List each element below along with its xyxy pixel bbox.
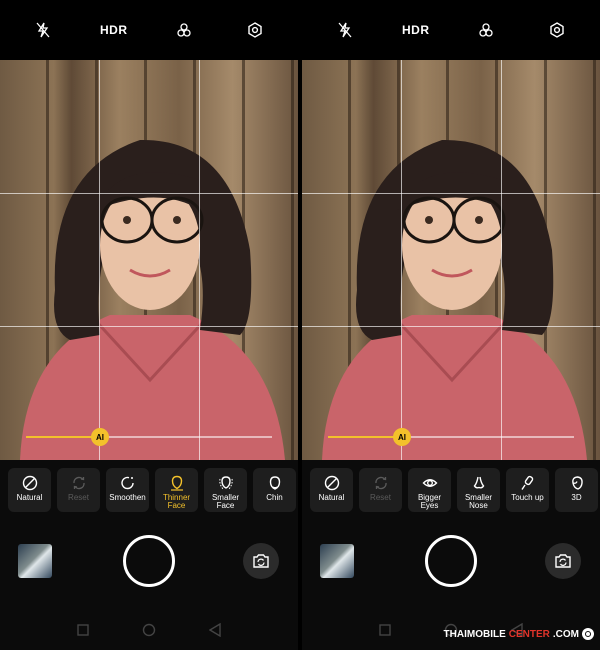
watermark-part3: .COM (552, 628, 579, 640)
camera-viewfinder[interactable]: AI (302, 60, 600, 460)
tool-smaller-nose[interactable]: Smaller Nose (457, 468, 500, 512)
tool-label: Smoothen (109, 493, 146, 502)
filter-icon[interactable] (472, 16, 500, 44)
tool-label: Chin (266, 493, 283, 502)
grid-line (0, 326, 298, 327)
watermark-part1: THAIMOBILE (443, 628, 506, 640)
recents-icon[interactable] (75, 622, 91, 638)
reset-icon (71, 474, 87, 492)
tool-label: Touch up (511, 493, 544, 502)
flash-off-icon[interactable] (29, 16, 57, 44)
top-bar: HDR (302, 0, 600, 60)
slider-fill (26, 436, 100, 438)
shutter-button[interactable] (123, 535, 175, 587)
tool-label: Natural (318, 493, 345, 502)
natural-icon (22, 474, 38, 492)
thinner-face-icon (169, 474, 185, 492)
watermark-logo-icon (582, 628, 594, 640)
settings-icon[interactable] (543, 16, 571, 44)
reset-icon (373, 474, 389, 492)
grid-line (302, 326, 600, 327)
tool-natural[interactable]: Natural (310, 468, 353, 512)
shutter-button[interactable] (425, 535, 477, 587)
tool-label: Reset (68, 493, 89, 502)
tool-3d[interactable]: 3D (555, 468, 598, 512)
filter-icon[interactable] (170, 16, 198, 44)
camera-switch-icon (253, 554, 269, 568)
hdr-toggle[interactable]: HDR (402, 16, 430, 44)
grid-line (199, 60, 200, 460)
settings-icon[interactable] (241, 16, 269, 44)
subject-preview (322, 139, 587, 460)
camera-switch-icon (555, 554, 571, 568)
grid-line (0, 193, 298, 194)
tool-smaller-face[interactable]: Smaller Face (204, 468, 247, 512)
ai-beauty-slider[interactable]: AI (26, 428, 272, 446)
3d-icon (569, 474, 585, 492)
tool-chin[interactable]: Chin (253, 468, 296, 512)
back-icon[interactable] (207, 622, 223, 638)
tool-label: Reset (370, 493, 391, 502)
touch-up-icon (520, 474, 536, 492)
gallery-thumbnail[interactable] (18, 544, 52, 578)
site-watermark: THAIMOBILE CENTER .COM (444, 628, 594, 640)
tool-label: Smaller Face (211, 493, 240, 510)
tool-thinner-face[interactable]: Thinner Face (155, 468, 198, 512)
grid-line (401, 60, 402, 460)
subject-preview (20, 139, 285, 460)
smoothen-icon (120, 474, 136, 492)
tool-label: Thinner Face (162, 493, 191, 510)
eye-icon (422, 474, 438, 492)
tool-label: Smaller Nose (464, 493, 493, 510)
watermark-part2: CENTER (508, 628, 550, 640)
gallery-thumbnail[interactable] (320, 544, 354, 578)
natural-icon (324, 474, 340, 492)
smaller-face-icon (218, 474, 234, 492)
slider-knob[interactable]: AI (393, 428, 411, 446)
home-icon[interactable] (141, 622, 157, 638)
camera-panel-right: HDR AI Natural Reset Bigger Eyes Smaller… (302, 0, 600, 650)
flip-camera-button[interactable] (243, 543, 279, 579)
flip-camera-button[interactable] (545, 543, 581, 579)
ai-beauty-slider[interactable]: AI (328, 428, 574, 446)
chin-icon (267, 474, 283, 492)
tool-label: Bigger Eyes (417, 493, 442, 510)
slider-knob[interactable]: AI (91, 428, 109, 446)
tool-smoothen[interactable]: Smoothen (106, 468, 149, 512)
grid-line (501, 60, 502, 460)
tool-label: Natural (16, 493, 43, 502)
system-nav-bar (0, 615, 298, 645)
slider-fill (328, 436, 402, 438)
tool-reset[interactable]: Reset (359, 468, 402, 512)
tool-reset[interactable]: Reset (57, 468, 100, 512)
beauty-tools-row: Natural Reset Bigger Eyes Smaller Nose T… (310, 468, 600, 514)
tool-bigger-eyes[interactable]: Bigger Eyes (408, 468, 451, 512)
recents-icon[interactable] (377, 622, 393, 638)
grid-line (302, 193, 600, 194)
hdr-toggle[interactable]: HDR (100, 16, 128, 44)
tool-label: 3D (571, 493, 582, 502)
tool-touch-up[interactable]: Touch up (506, 468, 549, 512)
nose-icon (471, 474, 487, 492)
tool-natural[interactable]: Natural (8, 468, 51, 512)
grid-line (99, 60, 100, 460)
camera-panel-left: HDR AI Natural Reset Smoothen Thinner Fa… (0, 0, 298, 650)
camera-viewfinder[interactable]: AI (0, 60, 298, 460)
flash-off-icon[interactable] (331, 16, 359, 44)
top-bar: HDR (0, 0, 298, 60)
beauty-tools-row: Natural Reset Smoothen Thinner Face Smal… (8, 468, 298, 514)
